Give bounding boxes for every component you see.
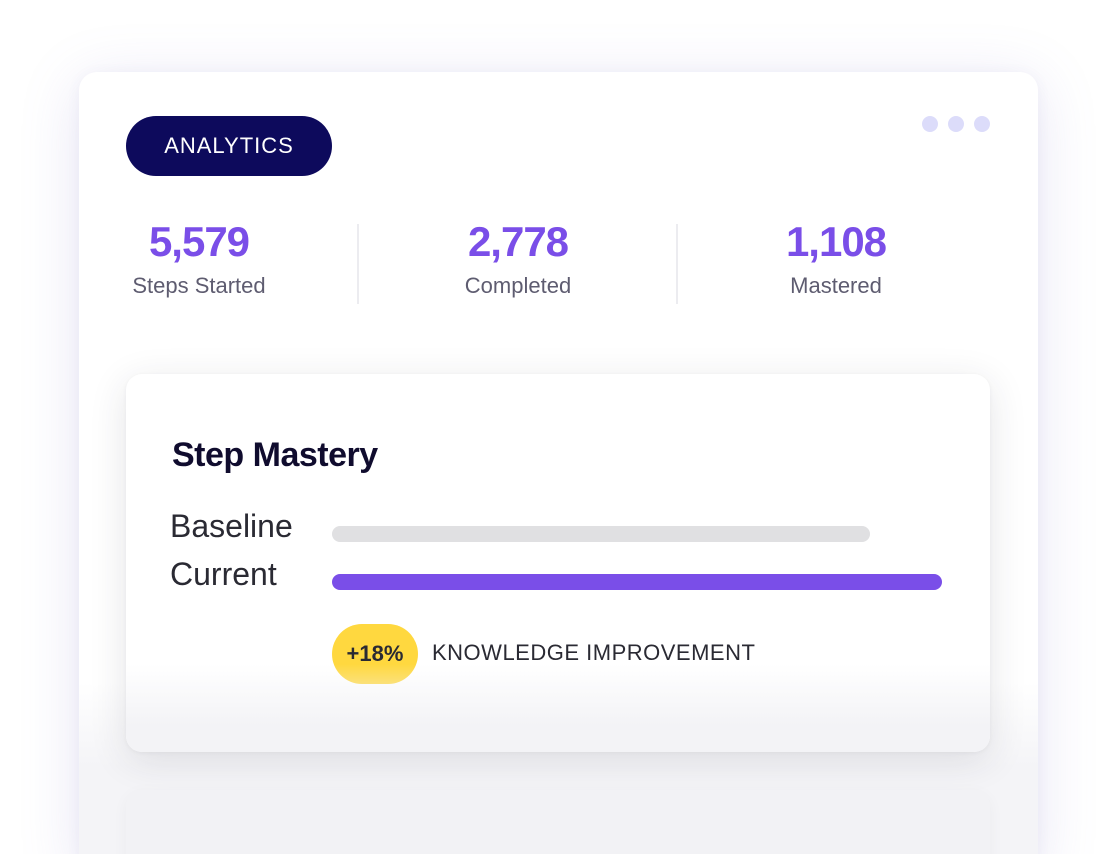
stats-row: 5,579 Steps Started 2,778 Completed 1,10… — [79, 214, 1038, 304]
dot — [922, 116, 938, 132]
current-bar — [332, 574, 942, 590]
stat-label: Mastered — [790, 273, 882, 298]
stat-steps-started: 5,579 Steps Started — [79, 214, 319, 300]
next-card-preview — [126, 790, 990, 854]
dot — [948, 116, 964, 132]
more-dots-icon[interactable] — [922, 116, 990, 132]
baseline-label: Baseline — [170, 508, 293, 544]
stat-completed: 2,778 Completed — [398, 214, 638, 300]
stat-divider — [676, 224, 678, 304]
improvement-label: KNOWLEDGE IMPROVEMENT — [432, 640, 756, 665]
stat-value: 5,579 — [148, 218, 250, 265]
inner-card-fade — [126, 664, 990, 752]
stat-mastered: 1,108 Mastered — [716, 214, 956, 300]
stat-value: 2,778 — [467, 218, 569, 265]
stat-label: Steps Started — [132, 273, 266, 298]
step-mastery-title: Step Mastery — [172, 436, 378, 474]
analytics-page: ANALYTICS 5,579 Steps Started 2,778 Comp… — [0, 0, 1116, 854]
stat-value: 1,108 — [785, 218, 887, 265]
step-mastery-card: Step Mastery Baseline Current +18% KNOWL… — [126, 374, 990, 752]
stat-label: Completed — [464, 273, 572, 298]
baseline-bar — [332, 526, 870, 542]
current-label: Current — [170, 556, 277, 592]
stat-divider — [357, 224, 359, 304]
analytics-badge: ANALYTICS — [126, 116, 332, 176]
dot — [974, 116, 990, 132]
